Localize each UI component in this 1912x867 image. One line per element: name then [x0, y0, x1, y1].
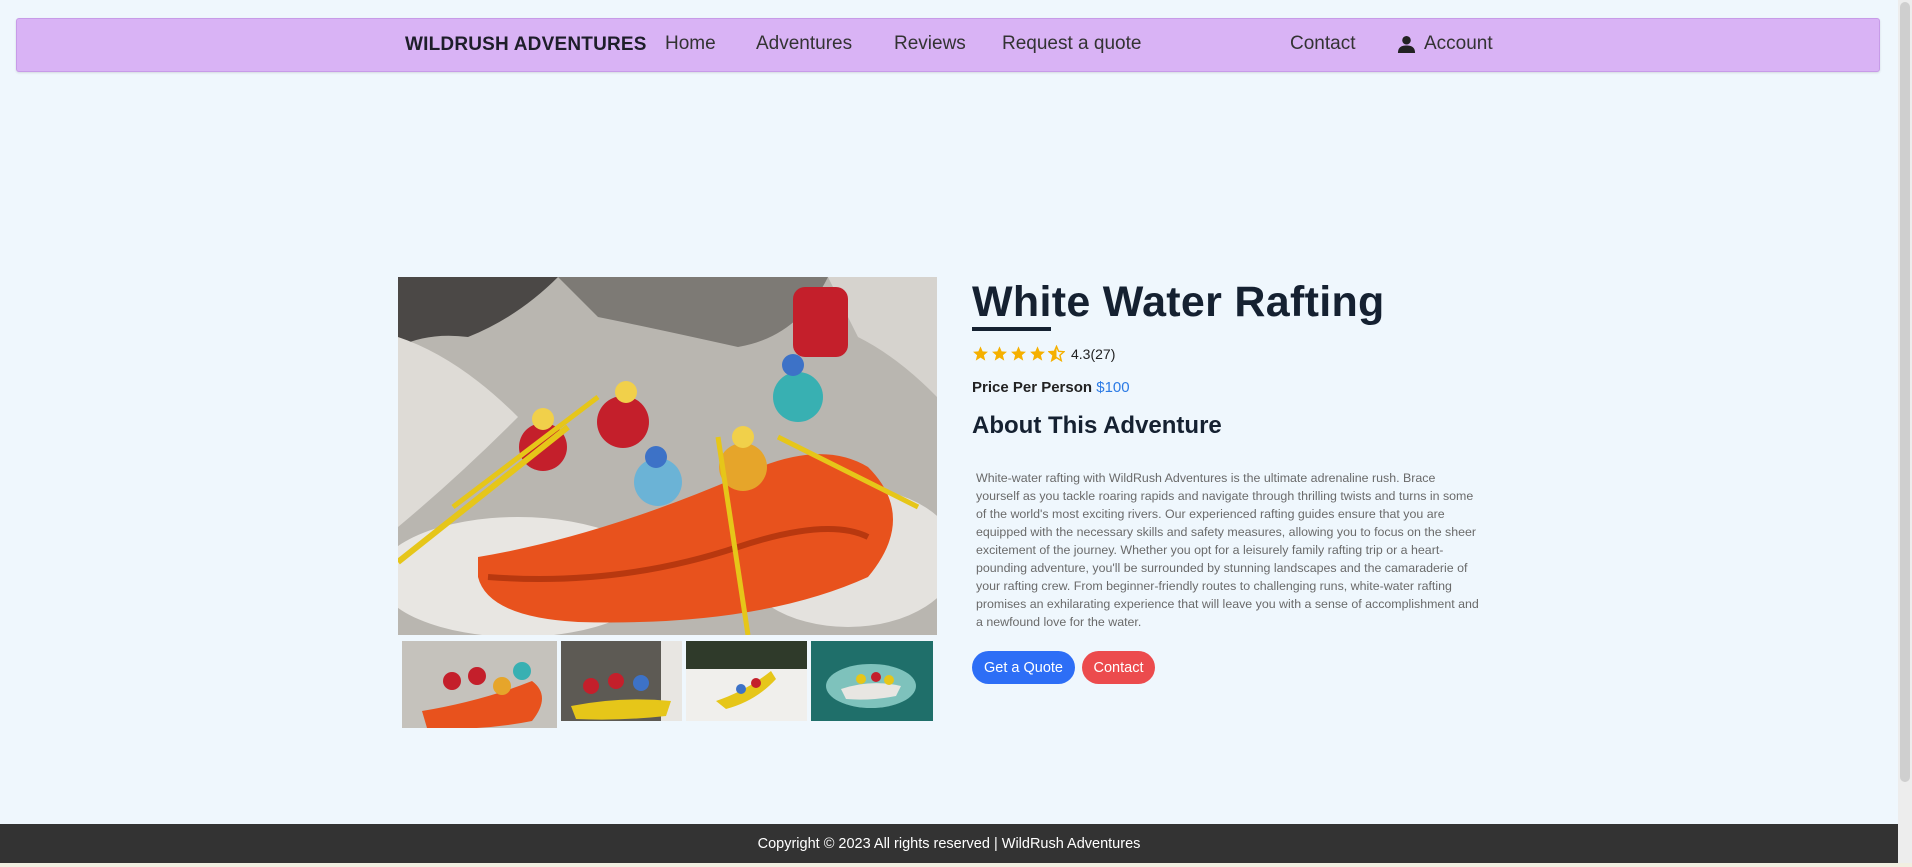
- footer-strip: [0, 863, 1912, 867]
- brand-logo[interactable]: WILDRUSH ADVENTURES: [405, 34, 647, 56]
- star-half-icon: [1048, 345, 1065, 362]
- rafting-photo: [398, 277, 937, 635]
- rating-text: 4.3(27): [1071, 345, 1116, 362]
- rafting-photo: [686, 641, 807, 721]
- thumbnail-3[interactable]: [686, 641, 807, 721]
- nav-link-request-quote[interactable]: Request a quote: [1002, 33, 1141, 55]
- rating: 4.3(27): [972, 345, 1115, 362]
- rafting-photo: [811, 641, 933, 721]
- navbar: WILDRUSH ADVENTURES Home Adventures Revi…: [16, 18, 1880, 72]
- copyright-text: Copyright © 2023 All rights reserved | W…: [757, 835, 1141, 852]
- star-icon: [1011, 346, 1026, 361]
- nav-link-adventures[interactable]: Adventures: [756, 33, 852, 55]
- nav-link-reviews[interactable]: Reviews: [894, 33, 966, 55]
- star-icon: [992, 346, 1007, 361]
- about-heading: About This Adventure: [972, 412, 1222, 439]
- contact-button[interactable]: Contact: [1082, 651, 1155, 684]
- get-quote-button[interactable]: Get a Quote: [972, 651, 1075, 684]
- star-icon: [973, 346, 988, 361]
- scrollbar-thumb[interactable]: [1900, 2, 1910, 782]
- thumbnail-1[interactable]: [402, 641, 557, 728]
- rafting-photo: [402, 641, 557, 728]
- account-label: Account: [1424, 33, 1493, 54]
- footer: Copyright © 2023 All rights reserved | W…: [0, 824, 1898, 863]
- adventure-description: White-water rafting with WildRush Advent…: [976, 471, 1479, 629]
- main-image: [398, 277, 937, 635]
- thumbnail-4[interactable]: [811, 641, 933, 721]
- price-line: Price Per Person $100: [972, 379, 1130, 396]
- price-value: $100: [1096, 379, 1130, 396]
- star-icon: [1030, 346, 1045, 361]
- nav-link-home[interactable]: Home: [665, 33, 716, 55]
- vertical-scrollbar[interactable]: [1898, 0, 1912, 863]
- user-icon: [1397, 35, 1416, 53]
- rafting-photo: [561, 641, 682, 721]
- thumbnail-2[interactable]: [561, 641, 682, 721]
- nav-link-account[interactable]: Account: [1397, 33, 1493, 55]
- adventure-title: White Water Rafting: [972, 278, 1385, 326]
- title-underline: [972, 327, 1051, 331]
- price-label: Price Per Person: [972, 379, 1093, 396]
- nav-link-contact[interactable]: Contact: [1290, 33, 1355, 55]
